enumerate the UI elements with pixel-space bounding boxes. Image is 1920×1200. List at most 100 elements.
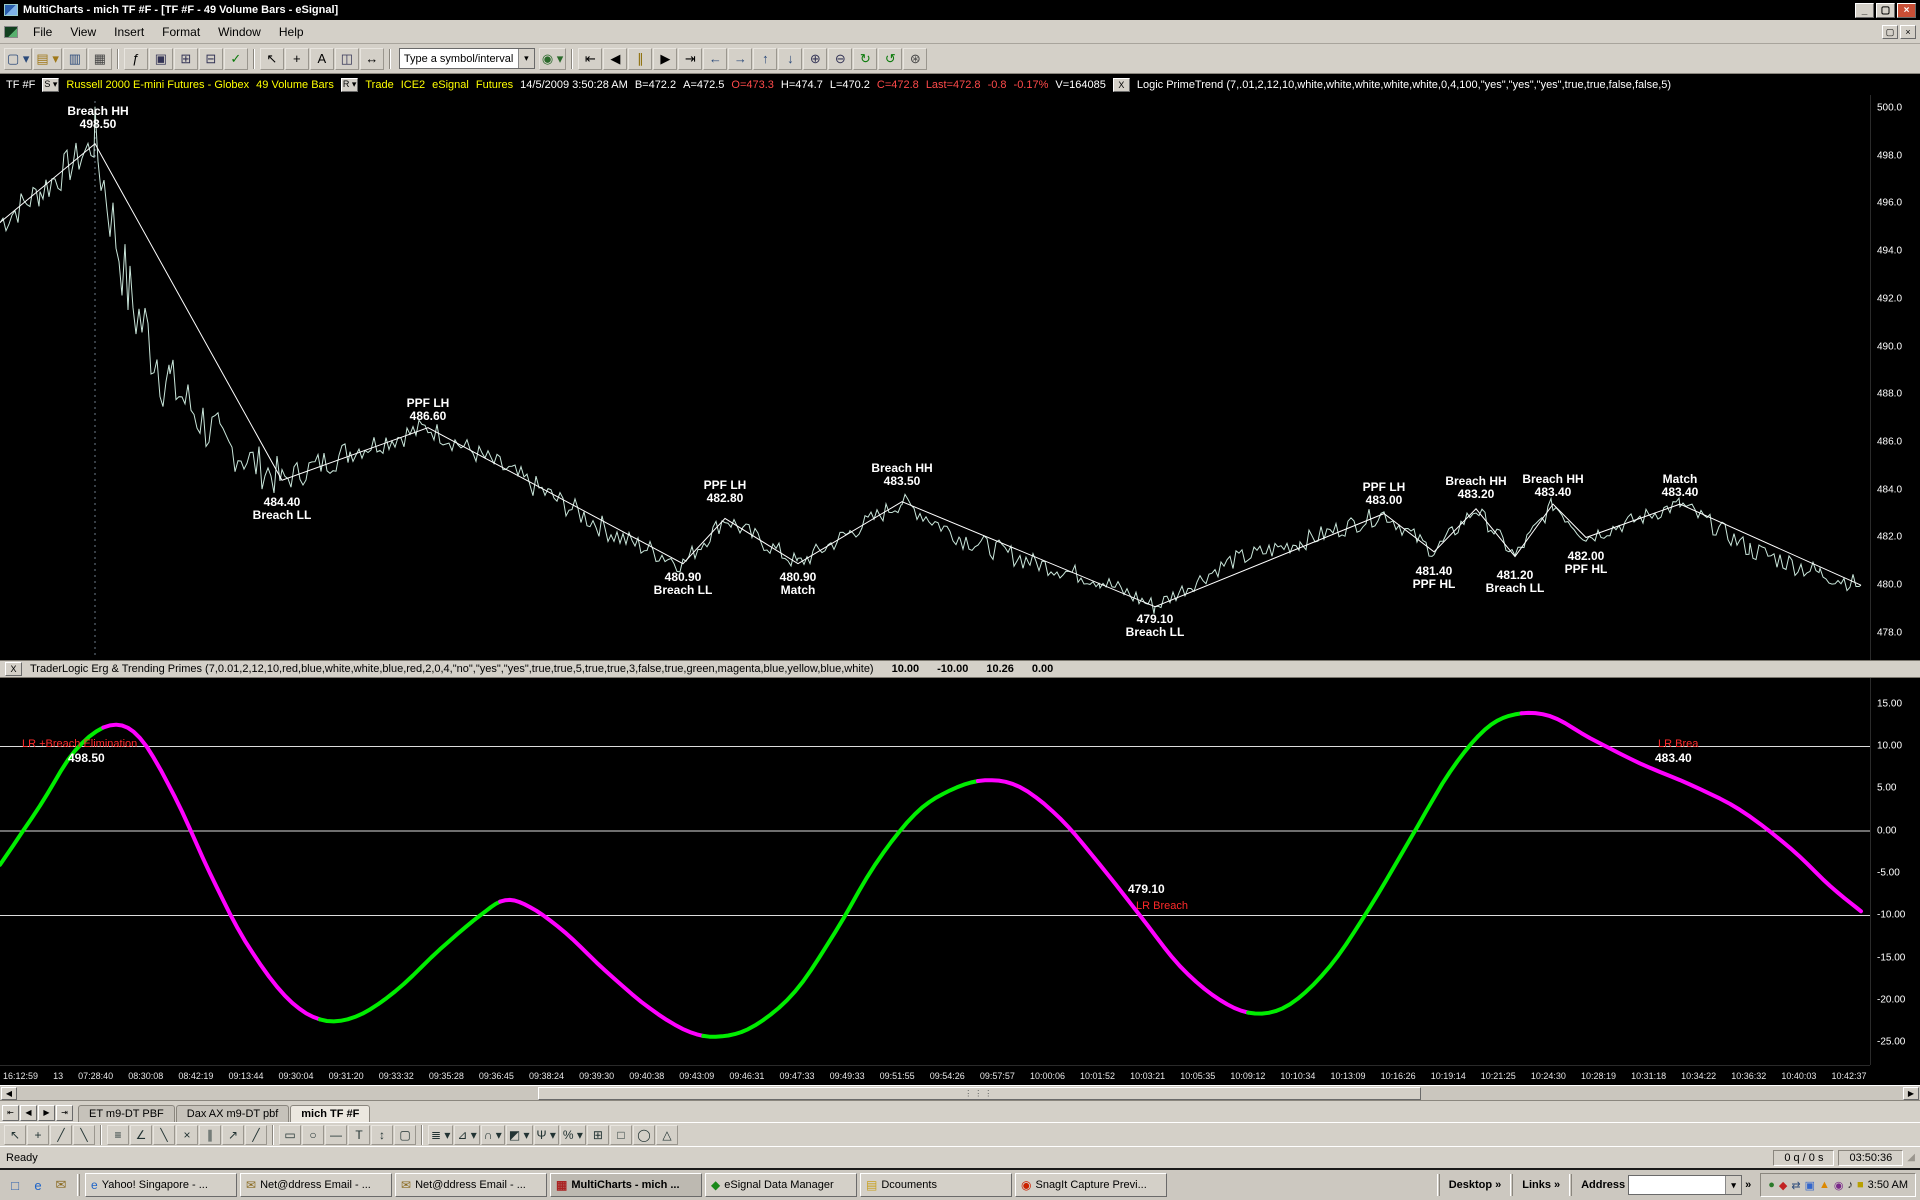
series-dropdown-button[interactable]: S ▾	[42, 78, 59, 92]
percent-tool-icon[interactable]: % ▾	[560, 1125, 586, 1145]
task-multicharts[interactable]: ▦ MultiCharts - mich ...	[550, 1173, 702, 1197]
tabs-next-icon[interactable]: ▶	[38, 1105, 55, 1121]
menu-item-format[interactable]: Format	[153, 23, 209, 41]
tray-volume-icon[interactable]: ♪	[1847, 1179, 1853, 1192]
text-tool-icon[interactable]: T	[348, 1125, 370, 1145]
angle-line-tool-icon[interactable]: ∠	[130, 1125, 152, 1145]
tray-network-icon[interactable]: ⇄	[1791, 1179, 1800, 1192]
apply-ok-icon[interactable]: ✓	[224, 48, 248, 70]
ellipse-tool-icon[interactable]: ○	[302, 1125, 324, 1145]
gann-tool-icon[interactable]: ◩ ▾	[506, 1125, 533, 1145]
tab-et-m9[interactable]: ET m9-DT PBF	[78, 1105, 175, 1122]
ellipse-shape-tool-icon[interactable]: ◯	[633, 1125, 655, 1145]
child-close-button[interactable]: ×	[1900, 25, 1916, 39]
task-netaddress-email-2[interactable]: ✉ Net@ddress Email - ...	[395, 1173, 547, 1197]
open-workspace-icon[interactable]: ▤ ▾	[33, 48, 61, 70]
tabs-first-icon[interactable]: ⇤	[2, 1105, 19, 1121]
menu-item-insert[interactable]: Insert	[105, 23, 153, 41]
desktop-toolbar[interactable]: Desktop »	[1445, 1179, 1506, 1191]
zoom-out-icon[interactable]: ⊖	[828, 48, 852, 70]
compress-bars-icon[interactable]: ↔	[360, 48, 384, 70]
task-esignal-data-manager[interactable]: ◆ eSignal Data Manager	[705, 1173, 857, 1197]
jump-end-icon[interactable]: ⇥	[678, 48, 702, 70]
step-forward-icon[interactable]: ▶	[653, 48, 677, 70]
print-icon[interactable]: ▦	[88, 48, 112, 70]
callout-tool-icon[interactable]: ▢	[394, 1125, 416, 1145]
quicklaunch-mail-icon[interactable]: ✉	[50, 1174, 72, 1196]
scroll-left-icon[interactable]: ←	[703, 48, 727, 70]
fib-retracement-tool-icon[interactable]: ≣ ▾	[428, 1125, 453, 1145]
desktop-chevron-icon[interactable]: »	[1495, 1179, 1501, 1191]
step-back-icon[interactable]: ◀	[603, 48, 627, 70]
combo-dropdown-icon[interactable]: ▾	[518, 49, 534, 68]
menu-item-window[interactable]: Window	[209, 23, 270, 41]
settings-icon[interactable]: ⊛	[903, 48, 927, 70]
draw-pencil-icon[interactable]: ╱	[50, 1125, 72, 1145]
draw-crosshair-icon[interactable]: +	[27, 1125, 49, 1145]
scroll-up-icon[interactable]: ↑	[753, 48, 777, 70]
taskbar-clock[interactable]: 3:50 AM	[1868, 1179, 1908, 1191]
rect-shape-tool-icon[interactable]: □	[610, 1125, 632, 1145]
draw-pointer-icon[interactable]: ↖	[4, 1125, 26, 1145]
price-axis[interactable]: 500.0498.0496.0494.0492.0490.0488.0486.0…	[1870, 95, 1920, 660]
rectangle-tool-icon[interactable]: ▭	[279, 1125, 301, 1145]
study-close-button[interactable]: X	[1113, 78, 1130, 92]
links-toolbar[interactable]: Links »	[1518, 1179, 1564, 1191]
realtime-dropdown-button[interactable]: R ▾	[341, 78, 359, 92]
task-documents[interactable]: ▤ Dcouments	[860, 1173, 1012, 1197]
pitchfork-tool-icon[interactable]: Ψ ▾	[534, 1125, 559, 1145]
trendline-tool-icon[interactable]: ╲	[153, 1125, 175, 1145]
pause-data-icon[interactable]: ∥	[628, 48, 652, 70]
address-dropdown-icon[interactable]: ▾	[1725, 1176, 1741, 1194]
scrollbar-thumb[interactable]: ⋮⋮⋮	[538, 1087, 1421, 1100]
reconnect-icon[interactable]: ↺	[878, 48, 902, 70]
time-axis[interactable]: 16:12:591307:28:4008:30:0808:42:1909:13:…	[0, 1065, 1870, 1085]
grid-tool-icon[interactable]: ⊞	[587, 1125, 609, 1145]
tray-update-icon[interactable]: ●	[1768, 1179, 1775, 1192]
price-chart-pane[interactable]: Breach HH 498.50 PPF LH 486.60 484.40 Br…	[0, 95, 1920, 660]
indicator-pane[interactable]: LR +Breach Elimination498.50479.10LR Bre…	[0, 678, 1920, 1065]
links-chevron-icon[interactable]: »	[1554, 1179, 1560, 1191]
horizontal-ray-tool-icon[interactable]: —	[325, 1125, 347, 1145]
restore-button[interactable]: ▢	[1876, 3, 1895, 18]
menu-item-view[interactable]: View	[61, 23, 105, 41]
task-yahoo-singapore[interactable]: e Yahoo! Singapore - ...	[85, 1173, 237, 1197]
symbol-input[interactable]	[400, 50, 518, 67]
scrollbar-left-arrow[interactable]: ◀	[1, 1087, 17, 1100]
address-combo[interactable]: ▾	[1628, 1175, 1742, 1195]
tray-messenger-icon[interactable]: ◉	[1834, 1179, 1844, 1192]
save-workspace-icon[interactable]: ▥	[63, 48, 87, 70]
scroll-right-icon[interactable]: →	[728, 48, 752, 70]
tab-dax-m9[interactable]: Dax AX m9-DT pbf	[176, 1105, 290, 1122]
address-chevron-icon[interactable]: »	[1745, 1179, 1751, 1191]
scrollbar-right-arrow[interactable]: ▶	[1903, 1087, 1919, 1100]
text-note-icon[interactable]: A	[310, 48, 334, 70]
tray-esignal-icon[interactable]: ◆	[1779, 1179, 1787, 1192]
arrange-windows-icon[interactable]: ⊟	[199, 48, 223, 70]
ray-tool-icon[interactable]: ↗	[222, 1125, 244, 1145]
tabs-last-icon[interactable]: ⇥	[56, 1105, 73, 1121]
close-button[interactable]: ×	[1897, 3, 1916, 18]
menu-item-file[interactable]: File	[24, 23, 61, 41]
minimize-button[interactable]: _	[1855, 3, 1874, 18]
tray-display-icon[interactable]: ▣	[1805, 1179, 1815, 1192]
pointer-icon[interactable]: ↖	[260, 48, 284, 70]
vertical-line-tool-icon[interactable]: ∥	[199, 1125, 221, 1145]
reload-data-icon[interactable]: ↻	[853, 48, 877, 70]
tabs-prev-icon[interactable]: ◀	[20, 1105, 37, 1121]
task-netaddress-email-1[interactable]: ✉ Net@ddress Email - ...	[240, 1173, 392, 1197]
tab-mich-tf[interactable]: mich TF #F	[290, 1105, 370, 1122]
tray-antivirus-icon[interactable]: ▲	[1819, 1179, 1830, 1192]
child-restore-button[interactable]: ▢	[1882, 25, 1898, 39]
quicklaunch-ie-icon[interactable]: e	[27, 1174, 49, 1196]
fib-arc-tool-icon[interactable]: ∩ ▾	[481, 1125, 505, 1145]
symbol-interval-combo[interactable]: ▾	[399, 48, 535, 69]
draw-ray-pencil-icon[interactable]: ╲	[73, 1125, 95, 1145]
symbol-lookup-icon[interactable]: ◉ ▾	[539, 48, 566, 70]
insert-study-icon[interactable]: ƒ	[124, 48, 148, 70]
crosshair-icon[interactable]: +	[285, 48, 309, 70]
jump-start-icon[interactable]: ⇤	[578, 48, 602, 70]
note-pencil-tool-icon[interactable]: ╱	[245, 1125, 267, 1145]
task-snagit-capture[interactable]: ◉ SnagIt Capture Previ...	[1015, 1173, 1167, 1197]
crossline-tool-icon[interactable]: ×	[176, 1125, 198, 1145]
